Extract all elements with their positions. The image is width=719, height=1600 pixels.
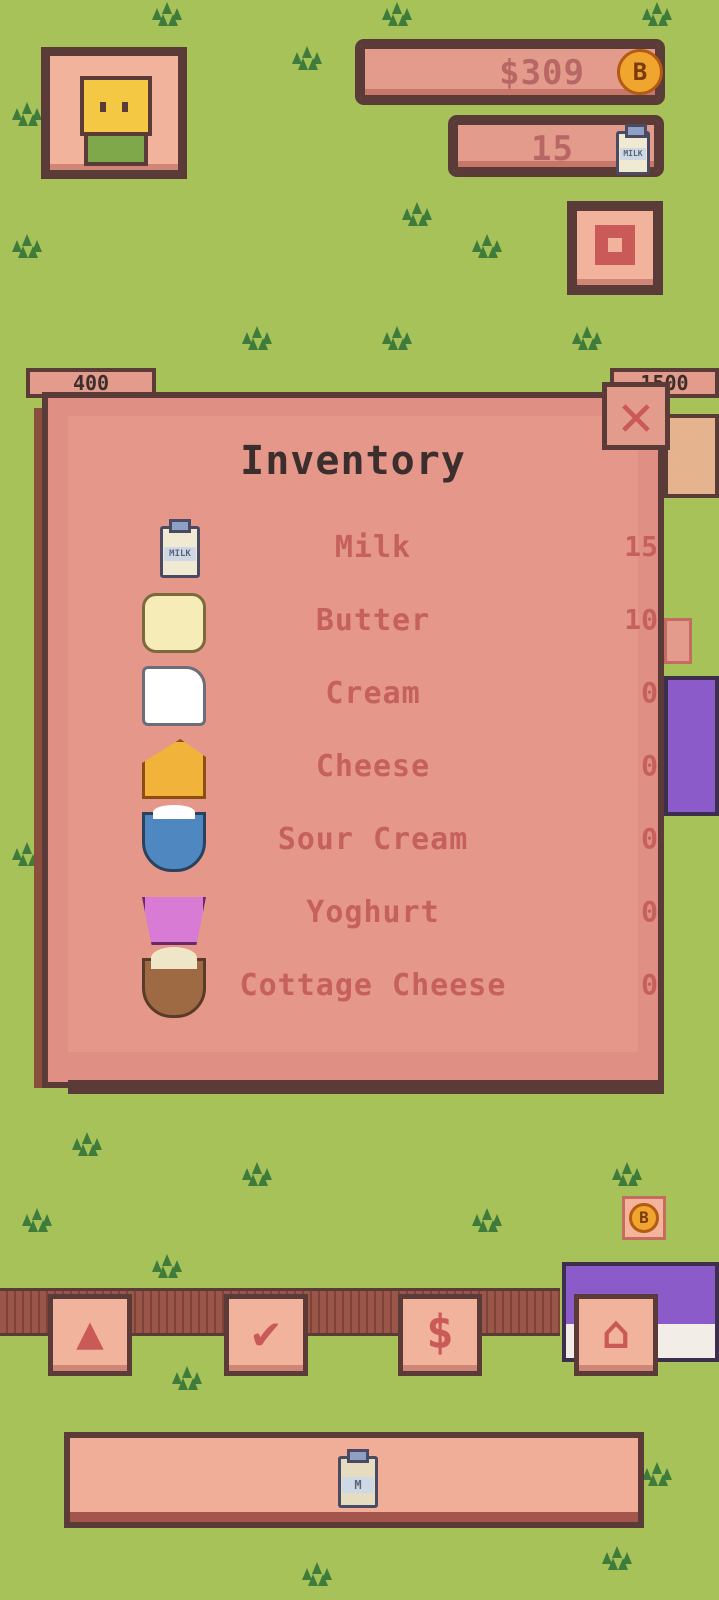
milk-count-value: 15	[531, 129, 574, 169]
item-name: Cottage Cheese	[239, 968, 507, 1003]
milk-button-label: M	[342, 1477, 374, 1493]
inventory-row: Cream 0	[98, 662, 658, 726]
milk-bottle-icon: M	[338, 1449, 378, 1508]
building-fragment	[664, 676, 719, 816]
inventory-panel-shadow	[68, 1080, 664, 1094]
grass-tuft	[640, 0, 676, 26]
barn-coin-badge[interactable]: B	[622, 1196, 666, 1240]
milk-bottle-icon: MILK	[160, 519, 200, 578]
grass-tuft	[290, 44, 326, 70]
inventory-row: Cottage Cheese 0	[98, 947, 658, 1018]
money-display: $309 B	[355, 39, 665, 105]
tasks-button[interactable]: ✔	[224, 1294, 308, 1376]
milk-bottle-label: MILK	[164, 547, 196, 561]
grass-tuft	[240, 324, 276, 350]
checkmark-icon: ✔	[252, 1305, 280, 1359]
cheese-icon	[142, 739, 206, 799]
barn-icon: ⌂	[602, 1305, 630, 1359]
grass-tuft	[640, 1460, 676, 1486]
milk-bottle-icon: MILK	[616, 124, 650, 175]
item-quantity: 0	[641, 822, 658, 855]
building-badge	[664, 618, 692, 664]
item-name: Cheese	[315, 749, 431, 784]
inventory-row: Butter 10	[98, 589, 658, 653]
inventory-panel: Inventory MILK Milk 15 Butter 10 Cream 0 Cheese…	[42, 392, 664, 1094]
grass-tuft	[300, 1560, 336, 1586]
grass-tuft	[570, 324, 606, 350]
item-quantity: 10	[624, 603, 658, 636]
farmer-body	[84, 132, 148, 166]
arrow-up-icon: ▲	[76, 1305, 104, 1359]
item-name: Sour Cream	[277, 822, 469, 857]
grass-tuft	[470, 232, 506, 258]
milk-bottle-label: MILK	[620, 148, 646, 160]
grass-tuft	[20, 1206, 56, 1232]
avatar-eye	[122, 102, 128, 112]
close-button[interactable]: ✕	[602, 382, 670, 450]
grass-tuft	[10, 100, 46, 126]
butter-icon	[142, 593, 206, 653]
sign-board	[664, 414, 719, 498]
inventory-row: MILK Milk 15	[98, 516, 658, 580]
coin-icon: B	[629, 1203, 659, 1233]
yoghurt-cup-icon	[142, 897, 206, 945]
inventory-title: Inventory	[240, 438, 466, 484]
grass-tuft	[10, 232, 46, 258]
grass-tuft	[400, 200, 436, 226]
item-name: Yoghurt	[306, 895, 440, 930]
sour-cream-bowl-icon	[142, 805, 206, 872]
grass-tuft	[170, 1364, 206, 1390]
item-quantity: 0	[641, 676, 658, 709]
grass-tuft	[240, 1160, 276, 1186]
grass-tuft	[70, 1130, 106, 1156]
grass-tuft	[380, 0, 416, 26]
milk-count-display: 15 MILK	[448, 115, 664, 177]
settings-button[interactable]	[567, 201, 663, 295]
inventory-row: Sour Cream 0	[98, 805, 658, 872]
inventory-row: Cheese 0	[98, 735, 658, 799]
collect-milk-button[interactable]: M	[64, 1432, 644, 1528]
inventory-row: Yoghurt 0	[98, 881, 658, 945]
farmer-avatar-button[interactable]	[41, 47, 187, 179]
farmer-face	[80, 76, 152, 136]
upgrade-button[interactable]: ▲	[48, 1294, 132, 1376]
cottage-cheese-bowl-icon	[142, 947, 206, 1018]
barn-button[interactable]: ⌂	[574, 1294, 658, 1376]
grass-tuft	[150, 0, 186, 26]
item-quantity: 15	[624, 530, 658, 563]
item-quantity: 0	[641, 895, 658, 928]
cream-jug-icon	[142, 666, 206, 726]
close-icon: ✕	[618, 381, 654, 449]
grass-tuft	[150, 1252, 186, 1278]
coin-icon: B	[617, 49, 663, 95]
grass-tuft	[470, 1206, 506, 1232]
item-quantity: 0	[641, 968, 658, 1001]
item-name: Butter	[315, 603, 431, 638]
grass-tuft	[380, 324, 416, 350]
shop-button[interactable]: $	[398, 1294, 482, 1376]
item-quantity: 0	[641, 749, 658, 782]
item-name: Milk	[334, 530, 412, 565]
grass-tuft	[600, 1544, 636, 1570]
grass-tuft	[610, 1160, 646, 1186]
money-value: $309	[499, 53, 585, 93]
avatar-eye	[100, 102, 106, 112]
dollar-icon: $	[426, 1305, 454, 1359]
gear-icon	[595, 225, 635, 265]
item-name: Cream	[325, 676, 421, 711]
